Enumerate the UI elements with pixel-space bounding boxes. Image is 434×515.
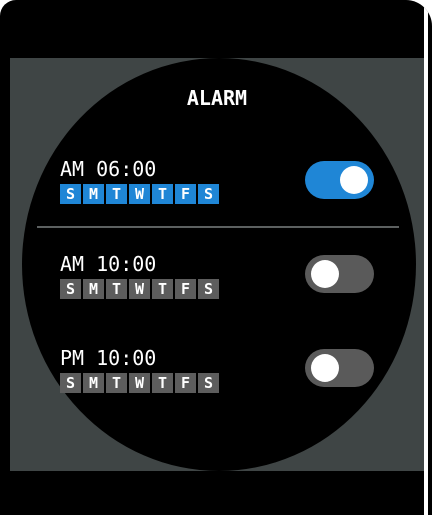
day-tuesday[interactable]: T	[106, 373, 127, 393]
alarm-toggle[interactable]	[305, 255, 374, 293]
alarm-days: S M T W T F S	[60, 373, 219, 393]
alarm-days: S M T W T F S	[60, 279, 219, 299]
day-friday[interactable]: F	[175, 373, 196, 393]
alarm-item[interactable]: AM 10:00 S M T W T F S	[60, 253, 390, 305]
page-title: ALARM	[186, 86, 248, 110]
device-frame: ALARM AM 06:00 S M T W T F S AM 10:00 S …	[0, 0, 432, 515]
alarm-toggle[interactable]	[305, 349, 374, 387]
day-sunday[interactable]: S	[60, 279, 81, 299]
alarm-days: S M T W T F S	[60, 184, 219, 204]
day-saturday[interactable]: S	[198, 373, 219, 393]
toggle-knob	[340, 166, 368, 194]
day-monday[interactable]: M	[83, 184, 104, 204]
toggle-knob	[311, 260, 339, 288]
alarm-time: AM 10:00	[60, 252, 157, 276]
alarm-toggle[interactable]	[305, 161, 374, 199]
day-thursday[interactable]: T	[152, 373, 173, 393]
day-thursday[interactable]: T	[152, 279, 173, 299]
day-tuesday[interactable]: T	[106, 279, 127, 299]
day-saturday[interactable]: S	[198, 184, 219, 204]
device-edge	[424, 4, 428, 515]
day-wednesday[interactable]: W	[129, 184, 150, 204]
alarm-item[interactable]: AM 06:00 S M T W T F S	[60, 158, 390, 210]
alarm-time: AM 06:00	[60, 157, 157, 181]
divider	[37, 226, 399, 228]
day-saturday[interactable]: S	[198, 279, 219, 299]
day-wednesday[interactable]: W	[129, 279, 150, 299]
day-tuesday[interactable]: T	[106, 184, 127, 204]
day-wednesday[interactable]: W	[129, 373, 150, 393]
toggle-knob	[311, 354, 339, 382]
day-thursday[interactable]: T	[152, 184, 173, 204]
alarm-time: PM 10:00	[60, 346, 157, 370]
day-sunday[interactable]: S	[60, 373, 81, 393]
day-sunday[interactable]: S	[60, 184, 81, 204]
alarm-item[interactable]: PM 10:00 S M T W T F S	[60, 347, 390, 399]
day-monday[interactable]: M	[83, 279, 104, 299]
day-friday[interactable]: F	[175, 279, 196, 299]
day-friday[interactable]: F	[175, 184, 196, 204]
day-monday[interactable]: M	[83, 373, 104, 393]
